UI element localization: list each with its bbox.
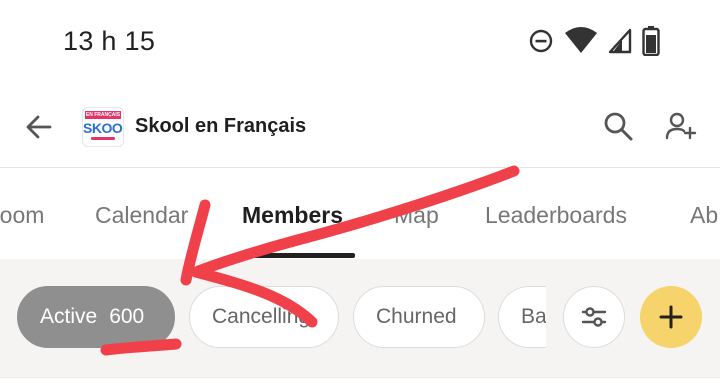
logo-main-text: SKOOL — [83, 120, 123, 136]
battery-icon — [642, 26, 660, 61]
search-button[interactable] — [600, 108, 636, 144]
plus-icon — [659, 305, 683, 329]
add-member-button[interactable] — [663, 108, 699, 144]
logo-underline — [91, 137, 115, 140]
tab-leaderboards[interactable]: Leaderboards — [485, 202, 627, 229]
filter-chip-label: Ba — [521, 305, 546, 328]
filter-chip-label: Cancelling — [212, 305, 311, 328]
tab-classroom[interactable]: room — [0, 202, 44, 229]
active-tab-indicator — [241, 253, 355, 258]
filter-chip-banned[interactable]: Ba — [498, 286, 546, 348]
do-not-disturb-icon — [528, 28, 554, 59]
filter-chip-label: Churned — [376, 305, 457, 328]
filter-settings-button[interactable] — [563, 286, 625, 348]
tab-calendar[interactable]: Calendar — [95, 202, 188, 229]
app-bar: EN FRANÇAIS SKOOL Skool en Français — [0, 84, 720, 168]
member-filter-row: Active 600 Cancelling Churned Ba — [0, 259, 720, 377]
add-button[interactable] — [640, 286, 702, 348]
add-member-icon — [665, 112, 697, 140]
status-icons — [528, 26, 660, 61]
tab-members[interactable]: Members — [242, 202, 343, 229]
filter-chip-active[interactable]: Active 600 — [17, 286, 175, 348]
tab-about[interactable]: Ab — [690, 202, 718, 229]
status-bar: 13 h 15 — [0, 0, 720, 84]
search-icon — [604, 112, 633, 141]
tab-bar: room Calendar Members Map Leaderboards A… — [0, 169, 720, 259]
status-time: 13 h 15 — [63, 26, 156, 56]
sliders-icon — [581, 307, 607, 327]
filter-chip-label: Active — [40, 305, 98, 328]
tab-map[interactable]: Map — [394, 202, 439, 229]
logo-top-text: EN FRANÇAIS — [85, 111, 121, 119]
back-arrow-icon — [26, 115, 52, 139]
wifi-icon — [564, 27, 598, 60]
signal-icon — [608, 28, 632, 59]
filter-chip-churned[interactable]: Churned — [353, 286, 485, 348]
list-top-divider — [0, 377, 720, 383]
filter-chip-count: 600 — [109, 305, 145, 328]
filter-chip-cancelling[interactable]: Cancelling — [189, 286, 339, 348]
community-title[interactable]: Skool en Français — [135, 115, 306, 138]
back-button[interactable] — [22, 110, 56, 144]
community-logo[interactable]: EN FRANÇAIS SKOOL — [82, 107, 124, 147]
